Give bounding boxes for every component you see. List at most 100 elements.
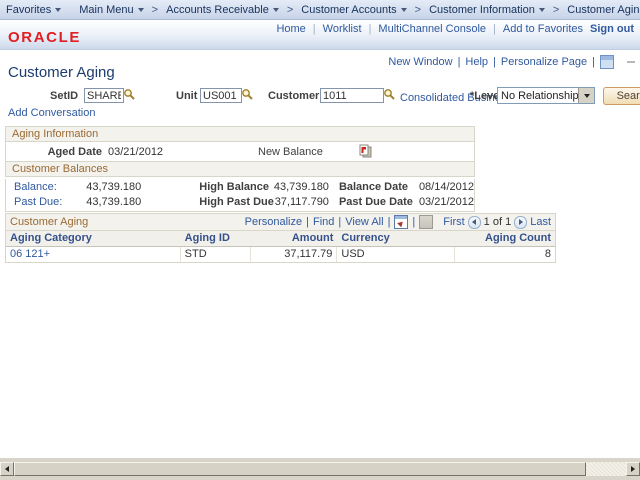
- personalize-link[interactable]: Personalize: [245, 216, 302, 228]
- breadcrumb-customer-information[interactable]: Customer Information: [423, 0, 551, 19]
- main-menu-label: Main Menu: [79, 3, 134, 16]
- balance-row: Balance: 43,739.180 High Balance 43,739.…: [6, 179, 474, 194]
- grid-toolbar: Personalize | Find | View All | |: [245, 215, 434, 229]
- scrollbar-thumb[interactable]: [14, 462, 586, 476]
- high-past-due-label: High Past Due: [199, 195, 274, 208]
- balance-date-value: 08/14/2012: [418, 180, 474, 193]
- header-links: Home | Worklist | MultiChannel Console |…: [276, 23, 634, 35]
- favorites-label: Favorites: [6, 3, 52, 16]
- menu-favorites[interactable]: Favorites: [0, 0, 67, 19]
- table-row: 06 121+ STD 37,117.79 USD 8: [5, 247, 556, 263]
- view-all-link[interactable]: View All: [345, 216, 383, 228]
- customer-aging-grid: Customer Aging Personalize | Find | View…: [5, 213, 556, 263]
- customer-balances-groupbox: Customer Balances Balance: 43,739.180 Hi…: [5, 161, 475, 212]
- breadcrumb-separator: >: [552, 3, 560, 16]
- aging-count-cell: 8: [544, 248, 551, 260]
- unit-input[interactable]: [200, 88, 242, 103]
- column-header-aging-id: Aging ID: [184, 232, 230, 244]
- balance-value: 43,739.180: [86, 180, 142, 193]
- high-balance-label: High Balance: [199, 180, 269, 193]
- column-header-aging-count: Aging Count: [485, 232, 551, 244]
- breadcrumb-separator: >: [286, 3, 294, 16]
- download-to-excel-icon[interactable]: [394, 215, 409, 229]
- column-header-amount: Amount: [291, 232, 334, 244]
- find-link[interactable]: Find: [313, 216, 334, 228]
- arrow-right-icon: [631, 466, 635, 472]
- breadcrumb-bar: Favorites Main Menu > Accounts Receivabl…: [0, 0, 640, 20]
- setid-lookup-icon[interactable]: [123, 88, 136, 104]
- grid-title: Customer Aging: [10, 216, 89, 228]
- breadcrumb-customer-aging[interactable]: Customer Aging: [561, 0, 640, 19]
- grid-zoom-icon[interactable]: [419, 215, 434, 229]
- breadcrumb-separator: >: [414, 3, 422, 16]
- personalize-page-link[interactable]: Personalize Page: [501, 56, 587, 68]
- multichannel-console-link[interactable]: MultiChannel Console: [378, 23, 486, 35]
- grid-pager: First 1 of 1 Last: [443, 215, 551, 229]
- arrow-left-icon: [472, 219, 477, 225]
- chevron-down-icon: [55, 7, 62, 12]
- breadcrumb-label: Customer Accounts: [301, 3, 397, 16]
- chevron-down-icon: [137, 7, 144, 12]
- column-header-aging-category: Aging Category: [10, 232, 92, 244]
- minimize-dash-icon: [627, 61, 635, 63]
- link-separator: |: [387, 216, 391, 228]
- balance-date-label: Balance Date: [338, 180, 409, 193]
- menu-main-menu[interactable]: Main Menu: [73, 0, 149, 19]
- search-button[interactable]: Search: [603, 87, 640, 105]
- chevron-down-icon: [400, 7, 407, 12]
- scrollbar-track[interactable]: [586, 462, 626, 476]
- page-content: New Window | Help | Personalize Page | C…: [0, 50, 640, 460]
- page-title: Customer Aging: [8, 64, 115, 81]
- new-balance-refresh-icon[interactable]: [358, 144, 372, 161]
- add-to-favorites-link[interactable]: Add to Favorites: [503, 23, 583, 35]
- past-due-value: 43,739.180: [86, 195, 142, 208]
- link-separator: |: [457, 56, 461, 68]
- chevron-down-icon: [538, 7, 545, 12]
- oracle-logo: ORACLE: [8, 29, 81, 46]
- past-due-link[interactable]: Past Due:: [14, 196, 62, 208]
- aging-category-link[interactable]: 06 121+: [10, 248, 50, 260]
- customer-lookup-icon[interactable]: [383, 88, 396, 104]
- worklist-link[interactable]: Worklist: [323, 23, 362, 35]
- help-link[interactable]: Help: [465, 56, 488, 68]
- link-separator: |: [306, 216, 309, 228]
- select-dropdown-button[interactable]: [578, 88, 594, 103]
- previous-row-button[interactable]: [467, 215, 481, 229]
- breadcrumb-accounts-receivable[interactable]: Accounts Receivable: [160, 0, 285, 19]
- column-header-currency: Currency: [341, 232, 390, 244]
- add-conversation-link[interactable]: Add Conversation: [8, 107, 95, 119]
- window-footer: [0, 458, 640, 480]
- aging-information-groupbox: Aging Information Aged Date 03/21/2012 N…: [5, 126, 475, 164]
- scroll-left-button[interactable]: [0, 462, 14, 476]
- new-window-link[interactable]: New Window: [388, 56, 452, 68]
- pager-position: 1 of 1: [483, 216, 512, 228]
- link-separator: |: [312, 23, 316, 35]
- link-separator: |: [592, 56, 595, 68]
- scroll-right-button[interactable]: [626, 462, 640, 476]
- sign-out-link[interactable]: Sign out: [590, 23, 634, 35]
- grid-title-bar: Customer Aging Personalize | Find | View…: [5, 213, 556, 231]
- http-window-icon[interactable]: [600, 55, 614, 69]
- breadcrumb-customer-accounts[interactable]: Customer Accounts: [295, 0, 412, 19]
- customer-input[interactable]: [320, 88, 384, 103]
- first-link[interactable]: First: [443, 216, 464, 228]
- breadcrumb-label: Customer Information: [429, 3, 535, 16]
- last-link[interactable]: Last: [530, 216, 551, 228]
- home-link[interactable]: Home: [276, 23, 305, 35]
- unit-lookup-icon[interactable]: [241, 88, 254, 104]
- customer-balances-table: Balance: 43,739.180 High Balance 43,739.…: [6, 179, 474, 209]
- new-balance-label: New Balance: [258, 146, 323, 158]
- level-select[interactable]: No Relationship: [497, 87, 595, 104]
- setid-input[interactable]: [84, 88, 124, 103]
- next-row-button[interactable]: [514, 215, 528, 229]
- aged-date-label: Aged Date: [47, 146, 102, 158]
- amount-cell: 37,117.79: [251, 247, 338, 262]
- link-separator: |: [368, 23, 372, 35]
- unit-label: Unit: [176, 90, 198, 102]
- past-due-row: Past Due: 43,739.180 High Past Due 37,11…: [6, 194, 474, 209]
- balance-link[interactable]: Balance:: [14, 181, 57, 193]
- customer-balances-body: Balance: 43,739.180 High Balance 43,739.…: [5, 179, 475, 212]
- chevron-down-icon: [583, 93, 590, 98]
- past-due-date-label: Past Due Date: [338, 195, 413, 208]
- currency-cell: USD: [337, 247, 456, 262]
